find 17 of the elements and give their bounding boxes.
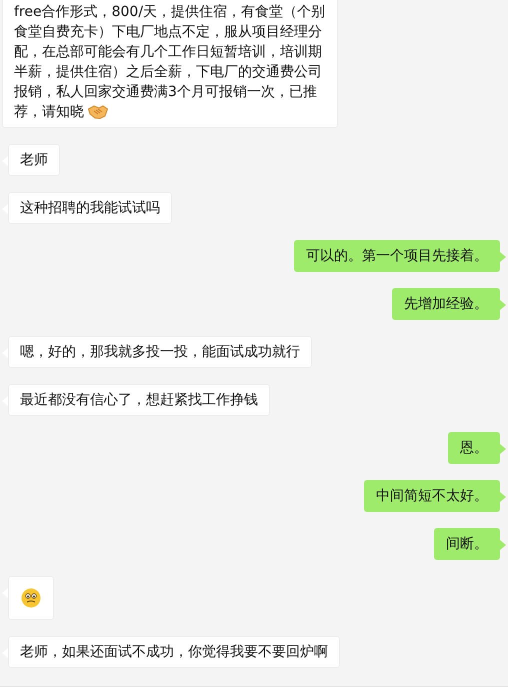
bubble-tail — [500, 444, 506, 454]
message-bubble: 间断。 — [434, 528, 500, 560]
message-bubble: 中间简短不太好。 — [364, 480, 500, 512]
message-bubble: free合作形式，800/天，提供住宿，有食堂（个别食堂自费充卡）下电厂地点不定，服从项目经理分配，在总部可能会有几个工作日短暂培训，培训期半薪，提供住宿）之后全薪，下电厂的交通费公司报销，私人回家交通费满3个月可报销一次，已推荐，请知晓 — [2, 0, 338, 128]
message-bubble: 恩。 — [448, 432, 500, 464]
message-bubble: 老师 — [8, 144, 60, 176]
message-bubble: 这种招聘的我能试试吗 — [8, 192, 172, 224]
message-bubble: 先增加经验。 — [392, 288, 500, 320]
bubble-tail — [500, 252, 506, 262]
message-bubble: 可以的。第一个项目先接着。 — [294, 240, 500, 272]
bubble-tail — [500, 540, 506, 550]
message-bubble: 老师，如果还面试不成功，你觉得我要不要回炉啊 — [8, 636, 340, 668]
bubble-tail — [500, 300, 506, 310]
message-bubble: 最近都没有信心了，想赶紧找工作挣钱 — [8, 384, 270, 416]
message-bubble: 嗯，好的，那我就多投一投，能面试成功就行 — [8, 336, 312, 368]
worried-face-icon — [21, 588, 41, 608]
bubble-tail — [500, 492, 506, 502]
